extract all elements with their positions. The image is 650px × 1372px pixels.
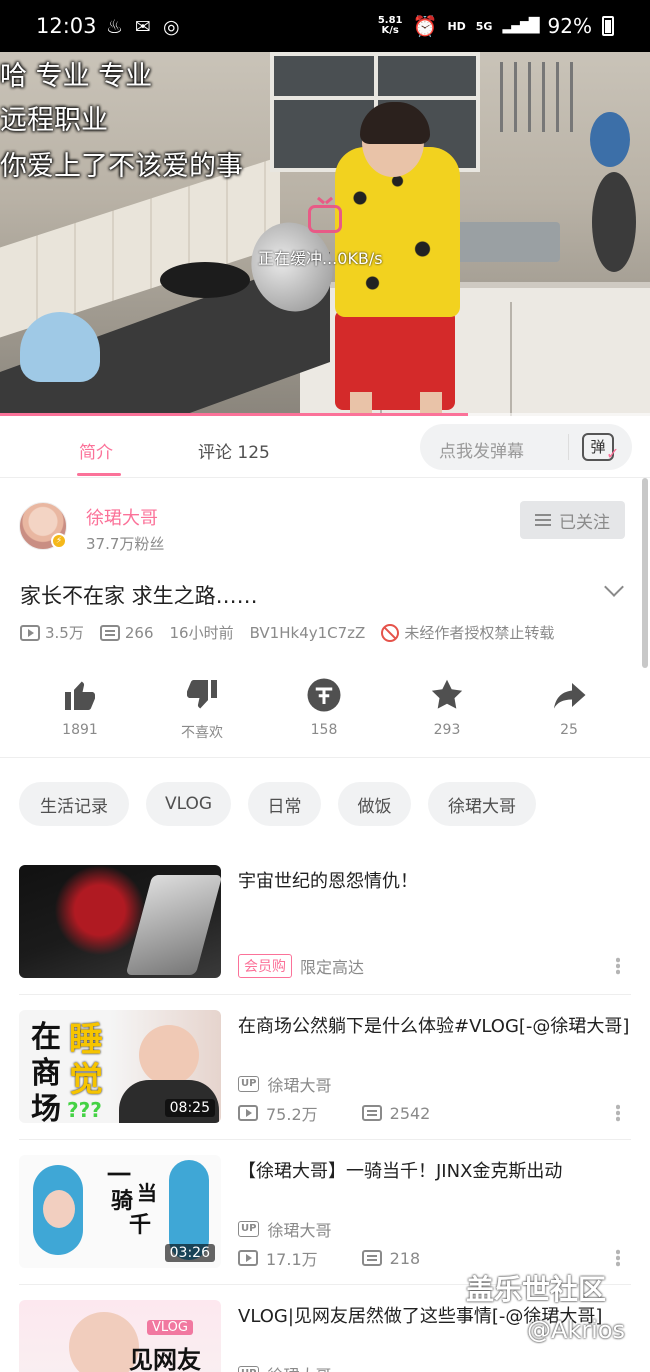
hd-indicator: HD bbox=[447, 19, 466, 33]
tab-comments[interactable]: 评论 125 bbox=[198, 438, 270, 463]
battery-percent: 92% bbox=[547, 14, 592, 38]
video-thumbnail[interactable]: 一 骑 当 千 03:26 bbox=[19, 1155, 221, 1268]
scrollbar[interactable] bbox=[642, 478, 648, 668]
danmaku-count: 266 bbox=[99, 624, 154, 642]
tag-chip[interactable]: VLOG bbox=[146, 782, 231, 826]
uploader-icon: UP bbox=[238, 1366, 260, 1372]
coin-icon bbox=[284, 676, 364, 714]
tag-chip[interactable]: 生活记录 bbox=[19, 782, 129, 826]
star-icon bbox=[407, 676, 487, 714]
tab-intro[interactable]: 简介 bbox=[79, 438, 113, 463]
related-video-meta: 会员购 限定高达 bbox=[238, 954, 364, 978]
alarm-icon: ⏰ bbox=[412, 14, 438, 38]
more-options-icon[interactable] bbox=[616, 1249, 620, 1267]
signal-icon: ▂▄▆█ bbox=[502, 18, 539, 34]
play-count-icon bbox=[238, 1250, 258, 1266]
bvid: BV1Hk4y1C7zZ bbox=[249, 623, 366, 642]
uploader-icon: UP bbox=[238, 1076, 260, 1092]
vip-shop-badge: 会员购 bbox=[238, 954, 292, 978]
related-video-author: UP 徐珺大哥 bbox=[238, 1362, 331, 1372]
buffering-text: 正在缓冲...0KB/s bbox=[258, 249, 383, 268]
battery-icon bbox=[602, 16, 614, 36]
video-subtitle-line: 哈 专业 专业 bbox=[0, 61, 153, 92]
video-subtitle-line: 你爱上了不该爱的事 bbox=[0, 151, 243, 182]
share-icon bbox=[529, 676, 609, 714]
uploader-name[interactable]: 徐珺大哥 bbox=[86, 504, 158, 530]
related-video-author: UP 徐珺大哥 bbox=[238, 1072, 331, 1096]
tag-chip[interactable]: 做饭 bbox=[338, 782, 411, 826]
uploader-fans: 37.7万粉丝 bbox=[86, 535, 165, 553]
no-repost-icon bbox=[381, 623, 400, 642]
video-player[interactable]: 哈 专业 专业 远程职业 你爱上了不该爱的事 正在缓冲...0KB/s bbox=[0, 52, 650, 416]
tab-active-indicator bbox=[77, 473, 121, 476]
watermark: 盖乐世社区 bbox=[466, 1273, 607, 1306]
video-subtitle-line: 远程职业 bbox=[0, 105, 108, 136]
video-thumbnail[interactable]: 在 睡 商 觉 场 ??? 08:25 bbox=[19, 1010, 221, 1123]
video-thumbnail[interactable] bbox=[19, 865, 221, 978]
network-type: 5G bbox=[475, 19, 493, 33]
view-count: 3.5万 bbox=[20, 622, 84, 643]
video-duration: 08:25 bbox=[164, 1099, 215, 1117]
thumbs-down-icon bbox=[162, 676, 242, 714]
danmaku-icon bbox=[99, 624, 120, 641]
menu-icon bbox=[535, 514, 551, 526]
like-button[interactable]: 1891 bbox=[40, 676, 120, 738]
check-icon: ✓ bbox=[606, 444, 620, 463]
tag-chip[interactable]: 日常 bbox=[248, 782, 321, 826]
video-title: 家长不在家 求生之路…… bbox=[20, 584, 258, 608]
danmaku-icon bbox=[361, 1105, 382, 1121]
danmaku-input[interactable]: 点我发弹幕 弹 ✓ bbox=[420, 424, 632, 470]
share-button[interactable]: 25 bbox=[529, 676, 609, 738]
related-video-title: 宇宙世纪的恩怨情仇！ bbox=[238, 871, 418, 892]
more-options-icon[interactable] bbox=[616, 957, 620, 975]
video-stats: 3.5万 266 16小时前 BV1Hk4y1C7zZ 未经作者授权禁止转载 bbox=[20, 622, 554, 643]
coin-button[interactable]: 158 bbox=[284, 676, 364, 738]
play-count-icon bbox=[20, 624, 40, 641]
notification-icons: ♨ ✉ ◎ bbox=[106, 16, 180, 38]
status-bar: 12:03 ♨ ✉ ◎ 5.81 K/s ⏰ HD 5G ▂▄▆█ 92% bbox=[0, 0, 650, 52]
favorite-button[interactable]: 293 bbox=[407, 676, 487, 738]
tv-buffering-icon bbox=[308, 205, 342, 233]
watermark-handle: @Akrios bbox=[527, 1316, 626, 1344]
video-thumbnail[interactable]: VLOG 见网友 bbox=[19, 1300, 221, 1372]
app-notification-icon: ♨ bbox=[106, 16, 124, 38]
related-video-stats: 75.2万 2542 bbox=[238, 1101, 430, 1125]
video-duration: 03:26 bbox=[164, 1244, 215, 1262]
publish-time: 16小时前 bbox=[169, 624, 234, 642]
action-bar: 1891 不喜欢 158 293 25 bbox=[0, 676, 650, 746]
related-video-title: 【徐珺大哥】一骑当千！JINX金克斯出动 bbox=[238, 1161, 563, 1182]
net-speed: 5.81 K/s bbox=[377, 15, 403, 36]
verified-badge-icon: ⚡ bbox=[51, 533, 67, 549]
mail-icon: ✉ bbox=[135, 16, 151, 38]
related-video-stats: 17.1万 218 bbox=[238, 1246, 420, 1270]
danmaku-icon bbox=[361, 1250, 382, 1266]
status-time: 12:03 bbox=[36, 14, 97, 38]
divider bbox=[0, 757, 650, 758]
related-video-title: 在商场公然躺下是什么体验#VLOG[-@徐珺大哥] bbox=[238, 1016, 630, 1037]
copyright-notice: 未经作者授权禁止转载 bbox=[381, 622, 554, 643]
detail-tabs: 简介 评论 125 点我发弹幕 弹 ✓ bbox=[0, 416, 650, 478]
related-video-author: UP 徐珺大哥 bbox=[238, 1217, 331, 1241]
chevron-down-icon[interactable] bbox=[604, 577, 624, 597]
more-options-icon[interactable] bbox=[616, 1104, 620, 1122]
follow-button[interactable]: 已关注 bbox=[520, 501, 625, 539]
danmaku-placeholder: 点我发弹幕 bbox=[439, 442, 524, 462]
dislike-button[interactable]: 不喜欢 bbox=[162, 676, 242, 742]
play-count-icon bbox=[238, 1105, 258, 1121]
status-right: 5.81 K/s ⏰ HD 5G ▂▄▆█ 92% bbox=[378, 14, 614, 38]
uploader-icon: UP bbox=[238, 1221, 260, 1237]
thumbs-up-icon bbox=[40, 676, 120, 714]
tag-chip[interactable]: 徐珺大哥 bbox=[428, 782, 536, 826]
sync-icon: ◎ bbox=[162, 16, 180, 38]
